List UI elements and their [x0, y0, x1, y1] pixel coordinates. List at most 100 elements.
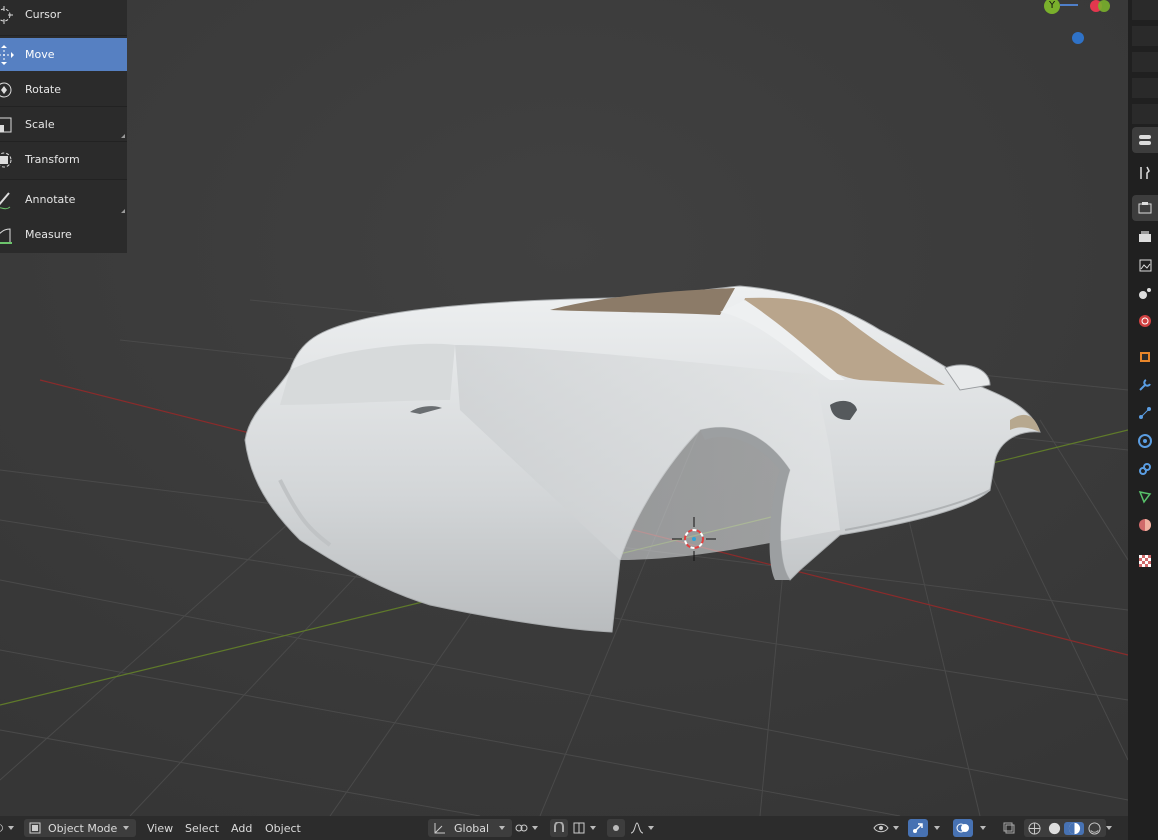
- strip-button[interactable]: [1132, 78, 1158, 98]
- mode-dropdown[interactable]: Object Mode: [24, 819, 136, 837]
- tool-rotate[interactable]: Rotate: [0, 73, 127, 106]
- properties-tab-strip: [1128, 0, 1158, 840]
- tab-material[interactable]: [1132, 512, 1158, 538]
- toolbar: Cursor Move Rotate Scale Transform Annot…: [0, 0, 127, 253]
- strip-button[interactable]: [1132, 0, 1158, 20]
- editor-type-icon: [0, 824, 3, 832]
- material-preview-button[interactable]: [1064, 821, 1084, 835]
- pivot-icon: [515, 824, 528, 832]
- gizmo-icon: [913, 823, 923, 833]
- texture-icon: [1139, 555, 1151, 567]
- tool-label: Annotate: [25, 193, 76, 206]
- material-preview-icon: [1068, 822, 1080, 834]
- viewport-scene[interactable]: [0, 0, 1128, 816]
- snap-toggle[interactable]: [550, 819, 568, 837]
- menu-select[interactable]: Select: [185, 819, 219, 837]
- divider: [0, 35, 127, 36]
- overlays-dropdown[interactable]: [976, 819, 990, 837]
- divider: [0, 106, 127, 107]
- tool-label: Transform: [25, 153, 80, 166]
- tab-texture[interactable]: [1132, 548, 1158, 574]
- tool-annotate[interactable]: Annotate: [0, 183, 127, 216]
- properties-editor-icon: [1139, 135, 1151, 145]
- xray-toggle[interactable]: [1000, 819, 1018, 837]
- view-layer-icon: [1139, 259, 1152, 272]
- shading-mode-group: [1024, 819, 1106, 837]
- divider: [0, 141, 127, 142]
- gizmo-axis-line: [1060, 4, 1078, 6]
- tab-tool[interactable]: [1132, 160, 1158, 186]
- strip-button[interactable]: [1132, 104, 1158, 124]
- falloff-dropdown[interactable]: [630, 819, 658, 837]
- cursor-icon: [0, 6, 13, 24]
- proportional-edit-icon: [613, 825, 619, 831]
- proportional-edit-toggle[interactable]: [607, 819, 625, 837]
- rendered-shading-button[interactable]: [1084, 821, 1104, 835]
- rotate-icon: [0, 82, 12, 98]
- tab-render[interactable]: [1132, 195, 1158, 221]
- tab-object[interactable]: [1132, 344, 1158, 370]
- visibility-dropdown[interactable]: [873, 819, 903, 837]
- submenu-indicator: [121, 134, 125, 138]
- tool-transform[interactable]: Transform: [0, 143, 127, 176]
- material-icon: [1139, 519, 1151, 531]
- tab-world[interactable]: [1132, 308, 1158, 334]
- menu-view[interactable]: View: [147, 819, 173, 837]
- world-icon: [1139, 315, 1151, 327]
- tab-output[interactable]: [1132, 224, 1158, 250]
- menu-view-label: View: [147, 821, 174, 835]
- menu-object[interactable]: Object: [265, 819, 301, 837]
- tab-view-layer[interactable]: [1132, 252, 1158, 278]
- tool-measure[interactable]: Measure: [0, 218, 127, 251]
- tool-label: Measure: [25, 228, 72, 241]
- menu-add[interactable]: Add: [231, 819, 252, 837]
- tool-cursor[interactable]: Cursor: [0, 0, 127, 31]
- tool-move[interactable]: Move: [0, 38, 127, 71]
- tool-scale[interactable]: Scale: [0, 108, 127, 141]
- tab-modifiers[interactable]: [1132, 372, 1158, 398]
- render-icon: [1138, 202, 1152, 214]
- gizmo-dropdown[interactable]: [930, 819, 944, 837]
- mode-label: Object Mode: [48, 821, 118, 835]
- 3d-viewport[interactable]: Y Cursor Move Rotate Scale Transform Ann…: [0, 0, 1128, 816]
- tab-scene[interactable]: [1132, 280, 1158, 306]
- gizmo-x-neg-axis[interactable]: [1098, 0, 1110, 12]
- shading-dropdown[interactable]: [1102, 819, 1116, 837]
- gizmo-toggle[interactable]: [908, 819, 928, 837]
- editor-type-tab[interactable]: [1132, 127, 1158, 153]
- strip-button[interactable]: [1132, 26, 1158, 46]
- tab-particles[interactable]: [1132, 400, 1158, 426]
- wireframe-shading-button[interactable]: [1024, 821, 1044, 835]
- constraints-icon: [1139, 463, 1151, 475]
- overlays-toggle[interactable]: [953, 819, 973, 837]
- orientation-label: Global: [454, 821, 490, 835]
- tab-data[interactable]: [1132, 484, 1158, 510]
- tool-icon: [1140, 166, 1150, 179]
- transform-orientation-dropdown[interactable]: Global: [428, 819, 512, 837]
- solid-shading-button[interactable]: [1044, 822, 1064, 835]
- output-icon: [1139, 231, 1151, 242]
- move-icon: [0, 45, 14, 65]
- gizmo-z-axis[interactable]: [1072, 32, 1084, 44]
- tool-label: Scale: [25, 118, 55, 131]
- tab-physics[interactable]: [1132, 428, 1158, 454]
- pivot-point-dropdown[interactable]: [514, 819, 544, 837]
- navigation-gizmo[interactable]: Y: [1030, 0, 1128, 60]
- menu-object-label: Object: [265, 821, 301, 835]
- scene-icon: [1139, 288, 1151, 299]
- wireframe-icon: [1027, 821, 1041, 835]
- strip-button[interactable]: [1132, 52, 1158, 72]
- rendered-icon: [1087, 821, 1101, 835]
- divider: [0, 179, 127, 180]
- transform-icon: [0, 152, 12, 168]
- snap-target-dropdown[interactable]: [572, 819, 600, 837]
- tab-constraints[interactable]: [1132, 456, 1158, 482]
- editor-type-button[interactable]: [0, 819, 14, 837]
- object-icon: [1140, 352, 1150, 362]
- gizmo-y-axis[interactable]: Y: [1044, 0, 1060, 14]
- modifier-icon: [1139, 379, 1151, 391]
- gizmo-y-label: Y: [1048, 0, 1056, 11]
- snap-icon: [554, 822, 564, 832]
- overlays-icon: [956, 823, 969, 833]
- menu-add-label: Add: [231, 821, 253, 835]
